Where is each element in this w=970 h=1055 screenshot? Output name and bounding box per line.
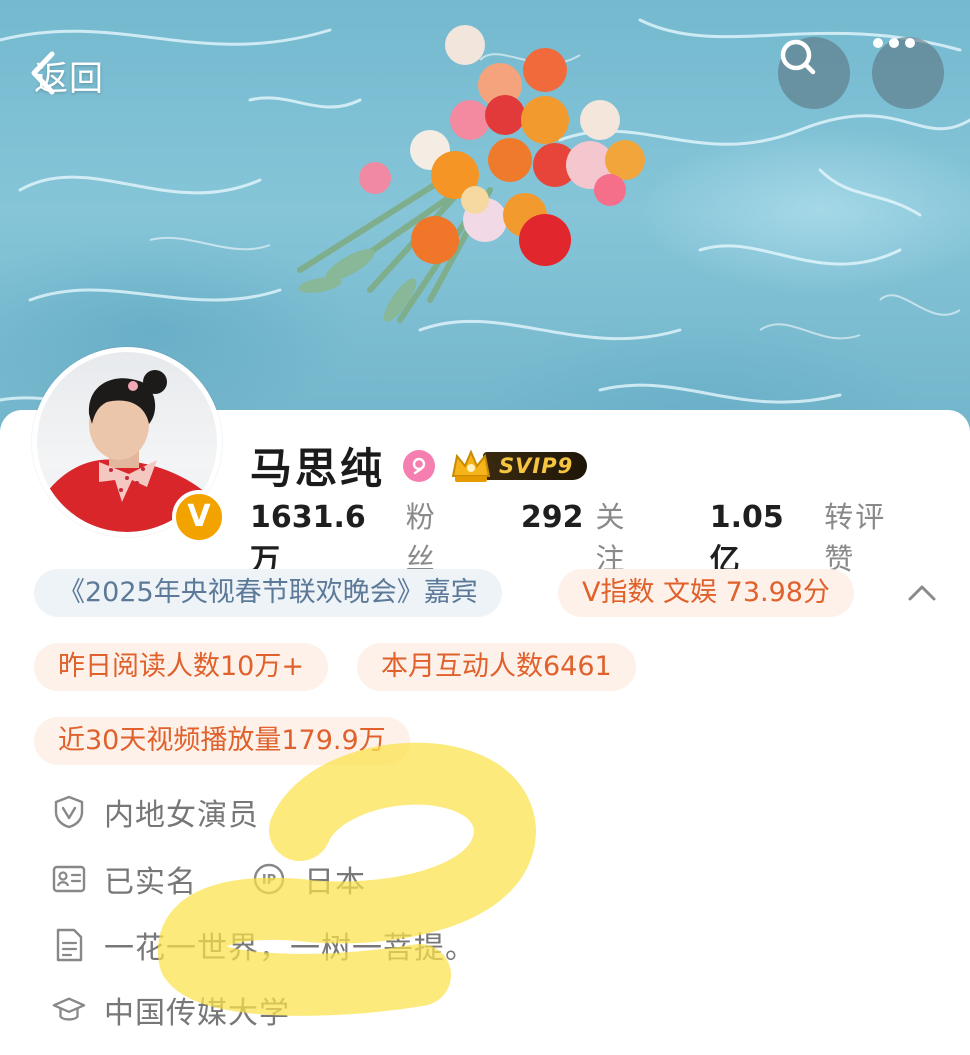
- chevron-up-icon[interactable]: [902, 578, 942, 608]
- ip-icon: IP: [252, 862, 286, 896]
- female-icon: [403, 449, 436, 482]
- verified-badge: V: [172, 490, 226, 544]
- bio-text: 一花一世界，一树一菩提。: [104, 931, 476, 966]
- tag-gala-guest[interactable]: 《2025年央视春节联欢晚会》嘉宾: [34, 569, 502, 617]
- tag-v-index[interactable]: V指数 文娱 73.98分: [558, 569, 854, 617]
- tag-video-plays[interactable]: 近30天视频播放量179.9万: [34, 717, 410, 765]
- stat-label: 转评赞: [824, 500, 887, 576]
- document-icon: [52, 928, 86, 962]
- school-text: 中国传媒大学: [104, 996, 290, 1031]
- stat-label: 粉丝: [405, 500, 437, 576]
- info-ip-location: IP 日本: [252, 857, 366, 901]
- stat-followers[interactable]: 1631.6万 粉丝: [250, 494, 467, 579]
- graduation-cap-icon: [52, 993, 86, 1027]
- stat-value: 1.05亿: [709, 500, 784, 578]
- svip-label: SVIP9: [483, 451, 588, 480]
- info-real-name: 已实名: [52, 857, 197, 901]
- search-button[interactable]: [778, 37, 850, 109]
- stat-following[interactable]: 292 关注: [521, 494, 656, 578]
- tag-reads-yesterday[interactable]: 昨日阅读人数10万+: [34, 643, 328, 691]
- stat-reposts-comments-likes[interactable]: 1.05亿 转评赞: [710, 494, 916, 579]
- id-card-icon: [52, 862, 86, 896]
- stat-value: 292: [520, 500, 584, 535]
- back-button[interactable]: 返回: [28, 50, 104, 100]
- more-button[interactable]: [872, 37, 944, 109]
- shield-v-icon: [52, 795, 86, 829]
- stats-row: 1631.6万 粉丝 292 关注 1.05亿 转评赞: [250, 494, 970, 579]
- username: 马思纯: [250, 444, 386, 493]
- real-name-text: 已实名: [104, 865, 197, 900]
- ip-location-text: 日本: [304, 865, 366, 900]
- info-school: 中国传媒大学: [52, 988, 290, 1032]
- stat-value: 1631.6万: [250, 500, 366, 578]
- occupation-text: 内地女演员: [104, 798, 259, 833]
- verified-v-icon: V: [187, 499, 211, 534]
- name-row: 马思纯 SVIP9: [250, 435, 588, 496]
- crown-icon: [449, 446, 493, 486]
- stat-label: 关注: [595, 500, 627, 576]
- info-bio: 一花一世界，一树一菩提。: [52, 923, 476, 967]
- svip-badge[interactable]: SVIP9: [449, 446, 588, 486]
- tag-monthly-interactions[interactable]: 本月互动人数6461: [357, 643, 636, 691]
- info-occupation: 内地女演员: [52, 790, 259, 834]
- svg-text:IP: IP: [262, 873, 276, 888]
